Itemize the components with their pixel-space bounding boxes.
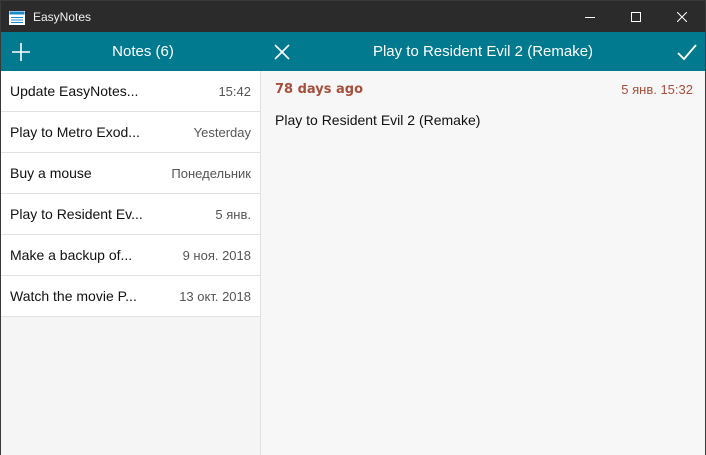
notes-header: Notes (6)	[1, 32, 261, 71]
close-note-button[interactable]	[271, 41, 293, 63]
window-close-icon	[677, 11, 687, 22]
note-item-date: Yesterday	[193, 124, 251, 140]
list-item[interactable]: Make a backup of... 9 ноя. 2018	[1, 235, 260, 276]
note-body[interactable]: Play to Resident Evil 2 (Remake)	[275, 112, 480, 128]
maximize-icon	[631, 11, 641, 22]
note-item-date: 15:42	[218, 83, 251, 99]
note-title: Play to Resident Evil 2 (Remake)	[372, 43, 594, 60]
check-icon	[677, 44, 697, 61]
note-meta: 78 days ago 5 янв. 15:32	[275, 82, 693, 100]
minimize-icon	[585, 16, 595, 18]
note-timestamp: 5 янв. 15:32	[621, 82, 693, 97]
window-title: EasyNotes	[33, 9, 92, 24]
notes-count-title: Notes (6)	[112, 43, 174, 60]
note-detail: 78 days ago 5 янв. 15:32 Play to Residen…	[261, 71, 705, 455]
window-close-button[interactable]	[659, 1, 705, 32]
note-item-date: 13 окт. 2018	[179, 288, 251, 304]
note-item-date: 5 янв.	[215, 206, 251, 222]
notes-list[interactable]: Update EasyNotes... 15:42 Play to Metro …	[1, 71, 261, 455]
save-note-button[interactable]	[675, 40, 699, 64]
list-item[interactable]: Play to Resident Ev... 5 янв.	[1, 194, 260, 235]
list-item[interactable]: Buy a mouse Понедельник	[1, 153, 260, 194]
plus-icon	[12, 43, 30, 61]
note-age: 78 days ago	[275, 82, 364, 97]
list-item[interactable]: Update EasyNotes... 15:42	[1, 71, 260, 112]
note-header: Play to Resident Evil 2 (Remake)	[261, 32, 705, 71]
note-item-title: Buy a mouse	[10, 165, 92, 181]
maximize-button[interactable]	[613, 1, 659, 32]
minimize-button[interactable]	[567, 1, 613, 32]
app-header: Notes (6) Play to Resident Evil 2 (Remak…	[1, 32, 705, 71]
note-item-title: Watch the movie P...	[10, 288, 137, 304]
note-item-date: 9 ноя. 2018	[182, 247, 251, 263]
app-notes-icon	[9, 10, 25, 25]
app-window: EasyNotes Notes (6) Play to Resident Evi…	[0, 0, 706, 455]
note-item-title: Play to Resident Ev...	[10, 206, 143, 222]
note-item-date: Понедельник	[171, 165, 251, 181]
title-bar[interactable]: EasyNotes	[1, 1, 705, 32]
list-item[interactable]: Play to Metro Exod... Yesterday	[1, 112, 260, 153]
close-icon	[274, 44, 290, 60]
note-item-title: Make a backup of...	[10, 247, 133, 263]
list-item[interactable]: Watch the movie P... 13 окт. 2018	[1, 276, 260, 317]
note-item-title: Play to Metro Exod...	[10, 124, 140, 140]
add-note-button[interactable]	[9, 40, 33, 64]
note-item-title: Update EasyNotes...	[10, 83, 139, 99]
